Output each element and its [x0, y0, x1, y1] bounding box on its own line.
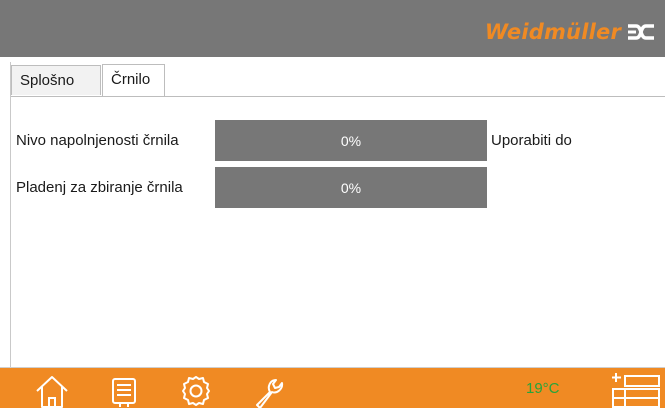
ink-tray-bar: 0% — [215, 167, 487, 208]
grid-menu-icon[interactable] — [612, 371, 662, 408]
ink-level-value: 0% — [340, 132, 362, 149]
ink-level-label: Nivo napolnjenosti črnila — [16, 132, 179, 149]
ink-level-bar: 0% — [215, 120, 487, 161]
wrench-icon[interactable] — [250, 371, 290, 408]
gear-icon[interactable] — [176, 371, 216, 408]
settings-panel: Splošno Črnilo — [10, 62, 665, 368]
tab-bar: Splošno Črnilo — [11, 62, 665, 97]
ink-tray-label: Pladenj za zbiranje črnila — [16, 179, 183, 196]
weidmuller-logo-icon — [628, 24, 654, 40]
brand-logo: Weidmüller — [485, 19, 655, 45]
tab-ink[interactable]: Črnilo — [102, 64, 165, 96]
ink-tray-value: 0% — [340, 179, 362, 196]
brand-name: Weidmüller — [484, 20, 621, 44]
keyboard-icon[interactable] — [104, 371, 144, 408]
use-until-label: Uporabiti do — [491, 132, 572, 149]
footer-bar — [0, 368, 665, 408]
tab-general[interactable]: Splošno — [11, 65, 101, 95]
temperature-readout: 19°C — [526, 380, 560, 397]
header-bar: Weidmüller — [0, 0, 665, 57]
home-icon[interactable] — [32, 371, 72, 408]
